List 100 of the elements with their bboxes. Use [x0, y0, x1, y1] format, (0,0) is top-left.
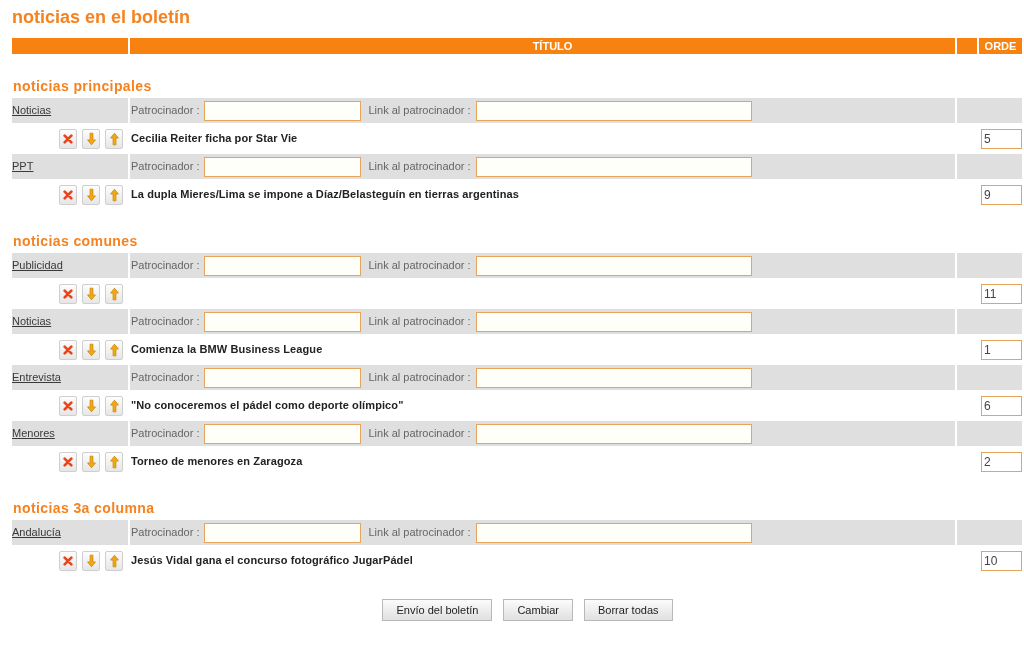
move-down-button[interactable]: [82, 395, 100, 416]
table-cell: [957, 309, 1022, 334]
arrow-up-icon: [109, 553, 119, 568]
move-up-button[interactable]: [105, 128, 123, 149]
table-cell: [957, 154, 1022, 179]
move-up-button[interactable]: [105, 184, 123, 205]
arrow-down-icon: [86, 187, 96, 202]
sponsor-field[interactable]: [204, 423, 362, 444]
sponsor-link-field[interactable]: [475, 156, 752, 177]
sponsor-field[interactable]: [204, 100, 362, 121]
order-field[interactable]: 2: [981, 451, 1022, 472]
delete-all-button[interactable]: Borrar todas: [584, 599, 673, 621]
section-heading: noticias 3a columna: [13, 499, 155, 518]
cross-icon: [63, 189, 73, 200]
delete-button[interactable]: [59, 550, 77, 571]
sponsor-field[interactable]: [204, 522, 362, 543]
delete-button[interactable]: [59, 395, 77, 416]
arrow-down-icon: [86, 342, 96, 357]
cross-icon: [63, 344, 73, 355]
category-link[interactable]: Menores: [12, 425, 55, 442]
category-link[interactable]: Andalucía: [12, 524, 61, 541]
category-link[interactable]: Noticias: [12, 313, 52, 330]
sponsor-link-label: Link al patrocinador :: [368, 314, 471, 330]
move-up-button[interactable]: [105, 395, 123, 416]
arrow-down-icon: [86, 398, 96, 413]
delete-button[interactable]: [59, 339, 77, 360]
category-link[interactable]: PPT: [12, 158, 34, 175]
section-heading: noticias comunes: [13, 232, 138, 251]
category-link[interactable]: Entrevista: [12, 369, 61, 386]
arrow-up-icon: [109, 187, 119, 202]
order-field[interactable]: 1: [981, 339, 1022, 360]
move-down-button[interactable]: [82, 339, 100, 360]
sponsor-link-field[interactable]: [475, 522, 752, 543]
move-down-button[interactable]: [82, 451, 100, 472]
news-title: Torneo de menores en Zaragoza: [131, 454, 303, 470]
category-link[interactable]: Publicidad: [12, 257, 63, 274]
news-title: La dupla Mieres/Lima se impone a Díaz/Belasteguín en tierras argentinas: [131, 187, 519, 203]
sponsor-link-field[interactable]: [475, 367, 752, 388]
cross-icon: [63, 133, 73, 144]
sponsor-link-field[interactable]: [475, 423, 752, 444]
move-up-button[interactable]: [105, 451, 123, 472]
sponsor-link-label: Link al patrocinador :: [368, 426, 471, 442]
table-cell: [957, 421, 1022, 446]
change-button[interactable]: Cambiar: [503, 599, 573, 621]
move-down-button[interactable]: [82, 283, 100, 304]
page-title: noticias en el boletín: [12, 6, 191, 29]
sponsor-link-label: Link al patrocinador :: [368, 103, 471, 119]
sponsor-link-label: Link al patrocinador :: [368, 525, 471, 541]
arrow-down-icon: [86, 286, 96, 301]
table-cell: [957, 365, 1022, 390]
sponsor-label: Patrocinador :: [131, 103, 200, 119]
sponsor-link-field[interactable]: [475, 311, 752, 332]
sponsor-link-field[interactable]: [475, 100, 752, 121]
sponsor-label: Patrocinador :: [131, 525, 200, 541]
send-newsletter-button[interactable]: Envío del boletín: [382, 599, 493, 621]
sponsor-label: Patrocinador :: [131, 314, 200, 330]
sponsor-field[interactable]: [204, 311, 362, 332]
order-field[interactable]: 9: [981, 184, 1022, 205]
move-up-button[interactable]: [105, 550, 123, 571]
section-heading: noticias principales: [13, 77, 152, 96]
move-up-button[interactable]: [105, 339, 123, 360]
sponsor-label: Patrocinador :: [131, 258, 200, 274]
order-field[interactable]: 6: [981, 395, 1022, 416]
news-title: Jesús Vidal gana el concurso fotográfico JugarPádel: [131, 553, 413, 569]
news-title: Comienza la BMW Business League: [131, 342, 323, 358]
sponsor-link-label: Link al patrocinador :: [368, 370, 471, 386]
move-down-button[interactable]: [82, 550, 100, 571]
arrow-up-icon: [109, 131, 119, 146]
category-link[interactable]: Noticias: [12, 102, 52, 119]
header-cell: [957, 38, 977, 54]
sponsor-label: Patrocinador :: [131, 159, 200, 175]
move-down-button[interactable]: [82, 184, 100, 205]
cross-icon: [63, 456, 73, 467]
sponsor-link-field[interactable]: [475, 255, 752, 276]
arrow-down-icon: [86, 553, 96, 568]
arrow-down-icon: [86, 454, 96, 469]
news-title: Cecilia Reiter ficha por Star Vie: [131, 131, 298, 147]
arrow-up-icon: [109, 454, 119, 469]
sponsor-label: Patrocinador :: [131, 426, 200, 442]
order-field[interactable]: 10: [981, 550, 1022, 571]
sponsor-field[interactable]: [204, 255, 362, 276]
arrow-down-icon: [86, 131, 96, 146]
sponsor-field[interactable]: [204, 156, 362, 177]
delete-button[interactable]: [59, 184, 77, 205]
order-field[interactable]: 11: [981, 283, 1022, 304]
cross-icon: [63, 288, 73, 299]
delete-button[interactable]: [59, 451, 77, 472]
table-cell: [957, 253, 1022, 278]
sponsor-label: Patrocinador :: [131, 370, 200, 386]
delete-button[interactable]: [59, 128, 77, 149]
news-title: "No conoceremos el pádel como deporte olímpico": [131, 398, 404, 414]
delete-button[interactable]: [59, 283, 77, 304]
column-header: TÍTULO: [130, 38, 955, 54]
move-up-button[interactable]: [105, 283, 123, 304]
sponsor-field[interactable]: [204, 367, 362, 388]
column-header: ORDE: [979, 38, 1022, 54]
arrow-up-icon: [109, 398, 119, 413]
order-field[interactable]: 5: [981, 128, 1022, 149]
table-cell: [957, 520, 1022, 545]
move-down-button[interactable]: [82, 128, 100, 149]
